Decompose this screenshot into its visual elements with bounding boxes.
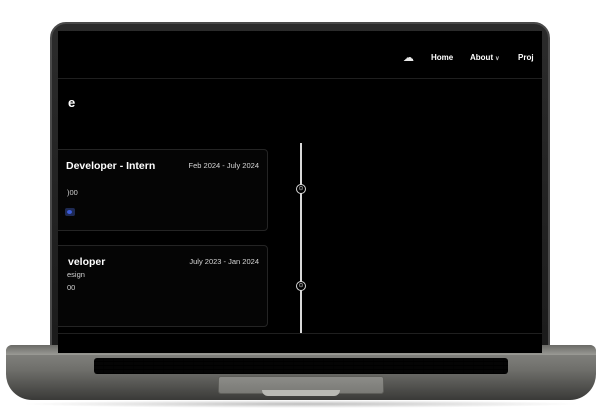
nav-about-label: About <box>470 53 494 62</box>
experience-detail: )00 <box>67 188 78 197</box>
experience-dates: July 2023 - Jan 2024 <box>189 257 259 266</box>
nav-projects-link[interactable]: Proj <box>518 53 534 63</box>
experience-detail: esign <box>67 270 85 279</box>
timeline-node-icon: ⊙ <box>296 184 306 194</box>
top-nav: ☁ Home About ∨ Proj <box>58 31 542 79</box>
laptop-notch <box>262 390 340 396</box>
nav-home-link[interactable]: Home <box>431 53 453 63</box>
chevron-down-icon: ∨ <box>495 56 500 62</box>
experience-role: Developer - Intern <box>66 160 156 172</box>
experience-dates: Feb 2024 - July 2024 <box>188 161 259 170</box>
experience-card: Developer - Intern Feb 2024 - July 2024 … <box>58 149 268 231</box>
laptop-keyboard <box>94 358 508 374</box>
timeline-node-icon: ⊙ <box>296 281 306 291</box>
divider <box>58 333 542 334</box>
nav-about-link[interactable]: About ∨ <box>470 53 500 64</box>
experience-role: veloper <box>68 256 106 268</box>
experience-detail: 00 <box>67 283 76 292</box>
timeline-line <box>300 143 302 333</box>
experience-card: veloper July 2023 - Jan 2024 esign 00 <box>58 245 268 327</box>
laptop-screen: ☁ Home About ∨ Proj e Developer - Intern … <box>58 31 542 353</box>
laptop-shadow <box>20 400 582 408</box>
section-title: e <box>68 95 76 110</box>
tech-tag-icon <box>65 208 75 216</box>
tag-dot <box>67 210 72 214</box>
weather-icon[interactable]: ☁ <box>403 52 417 64</box>
